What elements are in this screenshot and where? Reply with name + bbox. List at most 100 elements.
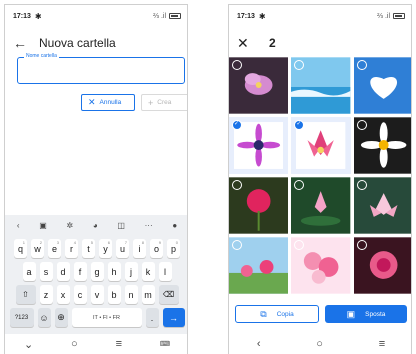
symbols-key[interactable]: ?123 — [9, 308, 34, 327]
back-arrow-icon[interactable]: ← — [13, 35, 33, 51]
selection-actions: ⧉ Copia ▣ Sposta — [229, 305, 411, 325]
period-key[interactable]: . — [145, 308, 159, 327]
select-checkbox[interactable] — [356, 60, 367, 70]
move-button[interactable]: ▣ Sposta — [325, 305, 407, 323]
clipboard-icon[interactable]: ▣ — [39, 221, 47, 230]
key-v[interactable]: v — [90, 285, 104, 304]
key-x[interactable]: x — [56, 285, 70, 304]
key-s[interactable]: s — [39, 262, 53, 281]
phone-gallery-selection: 17:13 ✱ ⅔ .il ✕ 2 ✓ ✓ ⧉ Copia ▣ Sposta ‹… — [228, 4, 412, 354]
enter-key[interactable]: → — [162, 308, 185, 327]
key-u[interactable]: u7 — [116, 239, 129, 258]
select-checkbox[interactable] — [232, 240, 242, 250]
gear-icon: ✱ — [258, 11, 266, 21]
key-m[interactable]: m — [141, 285, 155, 304]
key-secondary-label: 5 — [90, 240, 93, 245]
key-label: e — [51, 243, 57, 254]
copy-label: Copia — [276, 310, 294, 318]
key-k[interactable]: k — [141, 262, 155, 281]
photo-thumbnail[interactable] — [291, 177, 351, 234]
nav-recents-icon[interactable]: ≡ — [379, 338, 385, 350]
cancel-label: Annulla — [99, 99, 122, 106]
nav-home-icon[interactable]: ○ — [316, 338, 323, 350]
nav-back-icon[interactable]: ⌄ — [24, 338, 33, 351]
key-label: x — [60, 289, 66, 300]
key-c[interactable]: c — [73, 285, 87, 304]
keyboard-icon[interactable]: ⌨ — [160, 340, 170, 348]
status-right: ⅔ .il — [153, 13, 181, 20]
battery-icon — [393, 13, 405, 19]
nav-recents-icon[interactable]: ≡ — [116, 338, 122, 350]
nav-bar: ⌄ ○ ≡ ⌨ — [5, 334, 187, 354]
select-checkbox[interactable] — [232, 60, 242, 70]
close-icon[interactable]: ✕ — [237, 35, 257, 52]
key-label: a — [26, 266, 32, 277]
key-label: r — [70, 243, 73, 254]
photo-thumbnail[interactable] — [353, 117, 411, 174]
cancel-button[interactable]: ✕ Annulla — [81, 94, 135, 111]
selected-count: 2 — [269, 36, 276, 50]
key-f[interactable]: f — [73, 262, 87, 281]
folder-name-field[interactable]: Nome cartella — [17, 53, 185, 84]
key-w[interactable]: w2 — [31, 239, 44, 258]
select-checkbox-checked[interactable] — [232, 120, 242, 130]
emoji-key[interactable]: ☺ — [37, 308, 51, 327]
palette-icon[interactable]: ◕ — [93, 221, 98, 230]
move-folder-icon: ▣ — [346, 308, 356, 319]
key-j[interactable]: j — [124, 262, 138, 281]
create-button[interactable]: + Crea — [141, 94, 187, 111]
photo-thumbnail[interactable] — [291, 237, 351, 294]
key-t[interactable]: t5 — [82, 239, 95, 258]
photo-thumbnail[interactable] — [229, 237, 289, 294]
key-p[interactable]: p0 — [167, 239, 180, 258]
key-b[interactable]: b — [107, 285, 121, 304]
key-e[interactable]: e3 — [48, 239, 61, 258]
gear-icon: ✱ — [34, 11, 42, 21]
key-d[interactable]: d — [56, 262, 70, 281]
battery-icon — [169, 13, 181, 19]
key-label: u — [119, 243, 125, 254]
space-key[interactable]: IT • FI • FR — [71, 308, 142, 327]
more-icon[interactable]: ··· — [145, 221, 153, 230]
key-i[interactable]: i8 — [133, 239, 146, 258]
resize-icon[interactable]: ◫ — [117, 221, 125, 230]
key-n[interactable]: n — [124, 285, 138, 304]
key-l[interactable]: l — [158, 262, 172, 281]
key-label: g — [94, 266, 100, 277]
shift-key[interactable]: ⇧ — [15, 285, 36, 304]
key-h[interactable]: h — [107, 262, 121, 281]
move-label: Sposta — [365, 310, 386, 318]
photo-thumbnail[interactable] — [229, 177, 289, 234]
select-checkbox[interactable] — [356, 120, 367, 130]
key-secondary-label: 4 — [73, 240, 76, 245]
nav-back-icon[interactable]: ‹ — [257, 338, 261, 350]
copy-button[interactable]: ⧉ Copia — [235, 305, 319, 323]
close-icon: ✕ — [88, 97, 96, 107]
key-z[interactable]: z — [39, 285, 53, 304]
photo-thumbnail-selected[interactable] — [291, 117, 351, 174]
backspace-key[interactable]: ⌫ — [158, 285, 179, 304]
photo-thumbnail-selected[interactable] — [229, 117, 289, 174]
photo-thumbnail[interactable] — [353, 237, 411, 294]
settings-icon[interactable]: ✲ — [66, 221, 73, 230]
select-checkbox[interactable] — [356, 240, 367, 250]
folder-name-label: Nome cartella — [24, 53, 59, 59]
key-y[interactable]: y6 — [99, 239, 112, 258]
key-a[interactable]: a — [22, 262, 36, 281]
photo-thumbnail[interactable] — [291, 57, 351, 114]
photo-purple-daisy — [234, 122, 284, 169]
key-o[interactable]: o9 — [150, 239, 163, 258]
photo-thumbnail[interactable] — [229, 57, 289, 114]
key-g[interactable]: g — [90, 262, 104, 281]
globe-key[interactable]: ⊕ — [54, 308, 68, 327]
chevron-left-icon[interactable]: ‹ — [17, 221, 20, 230]
photo-thumbnail[interactable] — [353, 57, 411, 114]
select-checkbox[interactable] — [232, 180, 242, 190]
select-checkbox[interactable] — [356, 180, 367, 190]
key-q[interactable]: q1 — [14, 239, 27, 258]
nav-home-icon[interactable]: ○ — [71, 338, 78, 350]
mic-icon[interactable]: ● — [172, 221, 177, 230]
key-r[interactable]: r4 — [65, 239, 78, 258]
photo-grid — [229, 57, 411, 297]
photo-thumbnail[interactable] — [353, 177, 411, 234]
